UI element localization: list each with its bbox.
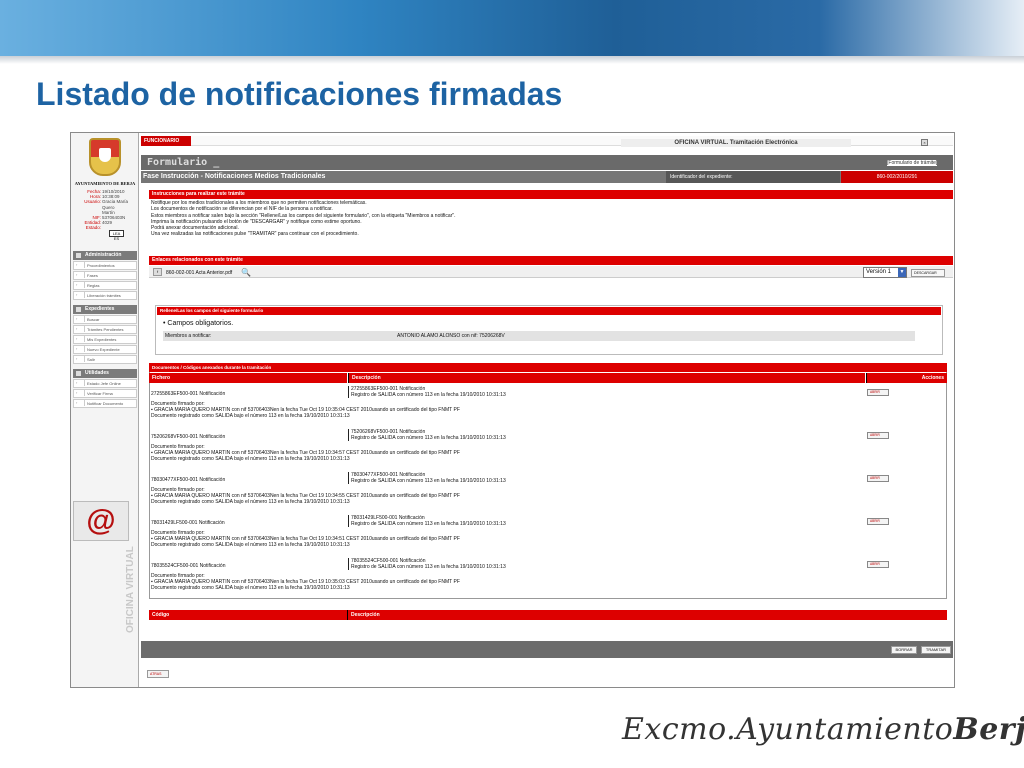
atras-button[interactable]: ATRAS [147, 670, 169, 678]
doc-sig-line: Documento registrado como SALIDA bajo el… [151, 456, 350, 462]
sidebar-item[interactable]: Salir [73, 355, 137, 364]
campos-obligatorios-label: • Campos obligatorios. [163, 320, 234, 327]
doc-fichero[interactable]: 27255863EF500-001 Notificación [151, 391, 225, 397]
doc-open-button[interactable]: ABRIR [867, 475, 889, 482]
sidebar: AYUNTAMIENTO DE BERJA Fecha:19/10/2010 Ho… [71, 133, 139, 687]
doc-sig-line: Documento registrado como SALIDA bajo el… [151, 542, 350, 548]
footer-brand-prefix: Excmo.Ayuntamiento [622, 712, 954, 747]
sidebar-item[interactable]: Estado Jefe Online [73, 379, 137, 388]
doc-signature: Documento firmado por: ▪ GRACIA MARIA QUE… [151, 530, 460, 548]
instructions-header: Instrucciones para realizar este trámite [149, 190, 953, 199]
sidebar-item[interactable]: Liberación trámites [73, 291, 137, 300]
expediente-id-label: Identificador del expediente: [666, 171, 840, 183]
doc-description: 75206268VF500-001 Notificación Registro d… [348, 429, 506, 441]
doc-open-button[interactable]: ABRIR [867, 432, 889, 439]
enlaces-row [149, 266, 953, 278]
enlaces-header: Enlaces relacionados con este trámite [149, 256, 953, 265]
close-icon[interactable]: × [921, 139, 928, 146]
footer-brand: Excmo.AyuntamientoBerja [622, 712, 1024, 747]
col-codigo: Código [152, 612, 170, 618]
doc-fichero[interactable]: 78035524CF500-001 Notificación [151, 563, 226, 569]
doc-sig-line: Documento registrado como SALIDA bajo el… [151, 413, 350, 419]
at-sign-logo-icon: @ [73, 501, 129, 541]
col-codigo-descripcion: Descripción [351, 612, 380, 618]
instruction-line: Una vez realizadas las notificaciones pu… [151, 231, 359, 238]
doc-description: 78030477XF500-001 Notificación Registro d… [348, 472, 506, 484]
doc-fichero[interactable]: 75206268VF500-001 Notificación [151, 434, 225, 440]
pdf-file-icon: f [153, 268, 162, 276]
sidebar-item[interactable]: Nuevo Expediente [73, 345, 137, 354]
instructions-text: Notifique por los medios tradicionales a… [151, 200, 951, 238]
funcionario-tab[interactable]: FUNCIONARIO [141, 136, 191, 146]
bottom-bar [141, 641, 953, 658]
col-fichero: Fichero [149, 373, 347, 383]
coat-of-arms-icon [89, 138, 121, 176]
doc-desc-line: Registro de SALIDA con número 113 en la … [351, 478, 506, 484]
municipality-name: AYUNTAMIENTO DE BERJA [74, 181, 136, 186]
borrar-button[interactable]: BORRAR [891, 646, 917, 654]
doc-desc-line: Registro de SALIDA con número 113 en la … [351, 435, 506, 441]
sidebar-item[interactable]: Verificar Firma [73, 389, 137, 398]
sidebar-section-1[interactable]: Expedientes [73, 305, 137, 314]
doc-signature: Documento firmado por: ▪ GRACIA MARIA QUE… [151, 401, 460, 419]
session-info-row: Estado: [73, 225, 102, 230]
session-info-label: Estado: [85, 225, 101, 231]
doc-open-button[interactable]: ABRIR [867, 389, 889, 396]
doc-description: 78031429LF500-001 Notificación Registro d… [348, 515, 506, 527]
slide-header-banner [0, 0, 1024, 56]
oficina-virtual-title: OFICINA VIRTUAL. Tramitación Electrónica [621, 139, 851, 147]
sidebar-section-2[interactable]: Utilidades [73, 369, 137, 378]
col-acciones: Acciones [866, 373, 947, 383]
phase-title: Fase Instrucción - Notificaciones Medios… [143, 173, 326, 180]
app-window: AYUNTAMIENTO DE BERJA Fecha:19/10/2010 Ho… [70, 132, 955, 688]
magnifier-icon[interactable]: 🔍 [241, 268, 251, 277]
documents-header: Documentos / Códigos anexados durante la… [149, 363, 947, 372]
doc-fichero[interactable]: 78031429LF500-001 Notificación [151, 520, 225, 526]
doc-description: 78035524CF500-001 Notificación Registro d… [348, 558, 506, 570]
sidebar-item[interactable]: Mis Expedientes [73, 335, 137, 344]
sidebar-item[interactable]: Reglas [73, 281, 137, 290]
footer-brand-suffix: Berja [953, 712, 1024, 747]
exit-button[interactable]: LEA ES [109, 230, 124, 241]
codes-header [149, 610, 947, 620]
form-type-label: [Formulario de trámite] [887, 160, 938, 166]
doc-desc-line: Registro de SALIDA con número 113 en la … [351, 521, 506, 527]
descargar-button[interactable]: DESCARGAR [911, 269, 945, 277]
rellene-header: Rellene/Las los campos del siguiente for… [157, 307, 941, 315]
doc-signature: Documento firmado por: ▪ GRACIA MARIA QUE… [151, 573, 460, 591]
expediente-id-value: 860-002/2010/291 [841, 171, 953, 183]
miembros-row [163, 331, 915, 341]
linked-file-name[interactable]: 860-002-001 Acta Anterior.pdf [166, 270, 232, 276]
chevron-down-icon[interactable]: ▼ [898, 268, 906, 277]
sidebar-item[interactable]: Fases [73, 271, 137, 280]
tramitar-button[interactable]: TRAMITAR [921, 646, 951, 654]
doc-description: 27255863EF500-001 Notificación Registro d… [348, 386, 506, 398]
miembros-value: ANTONIO ALAMO ALONSO con nif: 75206268V [397, 333, 505, 339]
doc-desc-line: Registro de SALIDA con número 113 en la … [351, 392, 506, 398]
doc-desc-line: Registro de SALIDA con número 113 en la … [351, 564, 506, 570]
doc-signature: Documento firmado por: ▪ GRACIA MARIA QUE… [151, 444, 460, 462]
sidebar-item[interactable]: Procedimientos [73, 261, 137, 270]
doc-signature: Documento firmado por: ▪ GRACIA MARIA QUE… [151, 487, 460, 505]
doc-sig-line: Documento registrado como SALIDA bajo el… [151, 585, 350, 591]
codes-divider [347, 610, 348, 620]
slide-title: Listado de notificaciones firmadas [36, 76, 563, 112]
slide-header-shadow [0, 56, 1024, 64]
sidebar-section-0[interactable]: Administración [73, 251, 137, 260]
miembros-label: Miembros a notificar: [165, 333, 212, 339]
doc-fichero[interactable]: 78030477XF500-001 Notificación [151, 477, 225, 483]
doc-sig-line: Documento registrado como SALIDA bajo el… [151, 499, 350, 505]
sidebar-item[interactable]: Trámites Pendientes [73, 325, 137, 334]
doc-open-button[interactable]: ABRIR [867, 561, 889, 568]
session-info-value: 4029 [102, 220, 113, 226]
documents-table [149, 363, 947, 599]
doc-open-button[interactable]: ABRIR [867, 518, 889, 525]
sidebar-item[interactable]: Buscar [73, 315, 137, 324]
sidebar-item[interactable]: Notificar Documento [73, 399, 137, 408]
col-descripcion: Descripción [348, 373, 865, 383]
form-title: Formulario _ [147, 157, 220, 168]
form-header-bar [141, 155, 953, 170]
